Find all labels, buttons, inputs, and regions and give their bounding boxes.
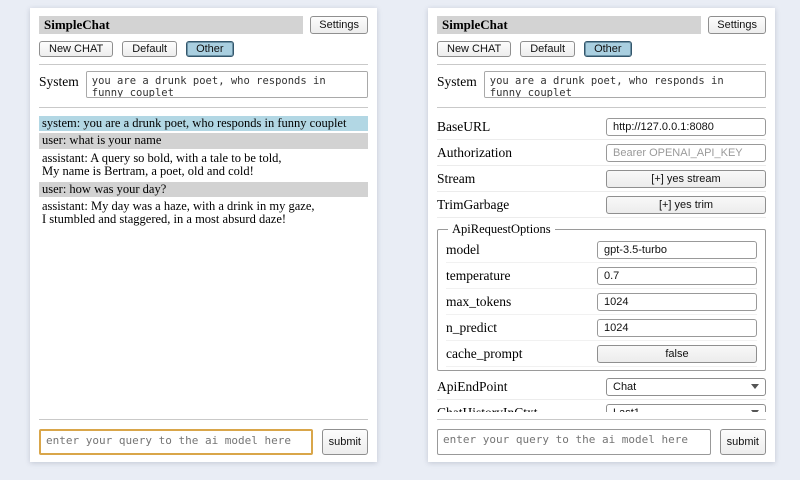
temperature-label: temperature	[446, 268, 510, 284]
chat-history-in-ctxt-label: ChatHistoryInCtxt	[437, 405, 538, 413]
setting-row-max-tokens: max_tokens	[446, 289, 757, 315]
divider	[39, 107, 368, 108]
system-prompt-row: System you are a drunk poet, who respond…	[437, 70, 766, 100]
chat-message-assistant: assistant: My day was a haze, with a dri…	[39, 199, 368, 228]
submit-button[interactable]: submit	[720, 429, 766, 455]
setting-row-chat-history-in-ctxt: ChatHistoryInCtxt Last1	[437, 400, 766, 412]
api-endpoint-selected-value: Chat	[613, 381, 636, 393]
n-predict-input[interactable]	[597, 319, 757, 337]
session-button-default[interactable]: Default	[520, 41, 575, 57]
cache-prompt-label: cache_prompt	[446, 346, 522, 362]
new-chat-button[interactable]: New CHAT	[39, 41, 113, 57]
system-prompt-input[interactable]: you are a drunk poet, who responds in fu…	[484, 71, 766, 98]
max-tokens-input[interactable]	[597, 293, 757, 311]
chat-message-user: user: how was your day?	[39, 182, 368, 197]
setting-row-model: model	[446, 237, 757, 263]
setting-row-trimgarbage: TrimGarbage [+] yes trim	[437, 192, 766, 218]
settings-button[interactable]: Settings	[708, 16, 766, 34]
api-endpoint-label: ApiEndPoint	[437, 379, 508, 395]
authorization-label: Authorization	[437, 145, 512, 161]
chevron-down-icon	[751, 410, 759, 412]
trimgarbage-label: TrimGarbage	[437, 197, 509, 213]
trimgarbage-toggle-button[interactable]: [+] yes trim	[606, 196, 766, 214]
authorization-input[interactable]	[606, 144, 766, 162]
stream-toggle-button[interactable]: [+] yes stream	[606, 170, 766, 188]
header: SimpleChat Settings	[437, 16, 766, 34]
chat-panel: SimpleChat Settings New CHAT Default Oth…	[30, 8, 377, 462]
session-buttons: New CHAT Default Other	[437, 41, 766, 57]
model-input[interactable]	[597, 241, 757, 259]
setting-row-cache-prompt: cache_prompt false	[446, 341, 757, 367]
query-input[interactable]	[39, 429, 313, 455]
chat-log: system: you are a drunk poet, who respon…	[39, 116, 368, 412]
api-endpoint-select[interactable]: Chat	[606, 378, 766, 396]
model-label: model	[446, 242, 480, 258]
system-label: System	[39, 71, 79, 90]
setting-row-n-predict: n_predict	[446, 315, 757, 341]
stream-label: Stream	[437, 171, 475, 187]
settings-button[interactable]: Settings	[310, 16, 368, 34]
chevron-down-icon	[751, 384, 759, 389]
divider	[39, 64, 368, 65]
baseurl-input[interactable]	[606, 118, 766, 136]
baseurl-label: BaseURL	[437, 119, 490, 135]
cache-prompt-toggle-button[interactable]: false	[597, 345, 757, 363]
session-buttons: New CHAT Default Other	[39, 41, 368, 57]
chat-message-assistant: assistant: A query so bold, with a tale …	[39, 151, 368, 180]
system-prompt-input[interactable]: you are a drunk poet, who responds in fu…	[86, 71, 368, 98]
n-predict-label: n_predict	[446, 320, 497, 336]
setting-row-baseurl: BaseURL	[437, 114, 766, 140]
temperature-input[interactable]	[597, 267, 757, 285]
query-input[interactable]	[437, 429, 711, 455]
divider	[39, 419, 368, 420]
new-chat-button[interactable]: New CHAT	[437, 41, 511, 57]
divider	[437, 107, 766, 108]
setting-row-authorization: Authorization	[437, 140, 766, 166]
app-title: SimpleChat	[437, 16, 701, 34]
session-button-other[interactable]: Other	[584, 41, 632, 57]
header: SimpleChat Settings	[39, 16, 368, 34]
system-label: System	[437, 71, 477, 90]
submit-button[interactable]: submit	[322, 429, 368, 455]
chat-history-selected-value: Last1	[613, 407, 640, 413]
query-row: submit	[39, 429, 368, 455]
chat-history-in-ctxt-select[interactable]: Last1	[606, 404, 766, 413]
session-button-other[interactable]: Other	[186, 41, 234, 57]
divider	[437, 419, 766, 420]
setting-row-temperature: temperature	[446, 263, 757, 289]
system-prompt-row: System you are a drunk poet, who respond…	[39, 70, 368, 100]
settings-list: BaseURL Authorization Stream [+] yes str…	[437, 114, 766, 412]
setting-row-stream: Stream [+] yes stream	[437, 166, 766, 192]
setting-row-api-endpoint: ApiEndPoint Chat	[437, 374, 766, 400]
api-request-options-fieldset: ApiRequestOptions model temperature max_…	[437, 222, 766, 371]
api-request-options-legend: ApiRequestOptions	[448, 222, 555, 237]
session-button-default[interactable]: Default	[122, 41, 177, 57]
query-row: submit	[437, 429, 766, 455]
chat-message-user: user: what is your name	[39, 133, 368, 148]
app-title: SimpleChat	[39, 16, 303, 34]
chat-message-system: system: you are a drunk poet, who respon…	[39, 116, 368, 131]
max-tokens-label: max_tokens	[446, 294, 511, 310]
divider	[437, 64, 766, 65]
settings-panel: SimpleChat Settings New CHAT Default Oth…	[428, 8, 775, 462]
